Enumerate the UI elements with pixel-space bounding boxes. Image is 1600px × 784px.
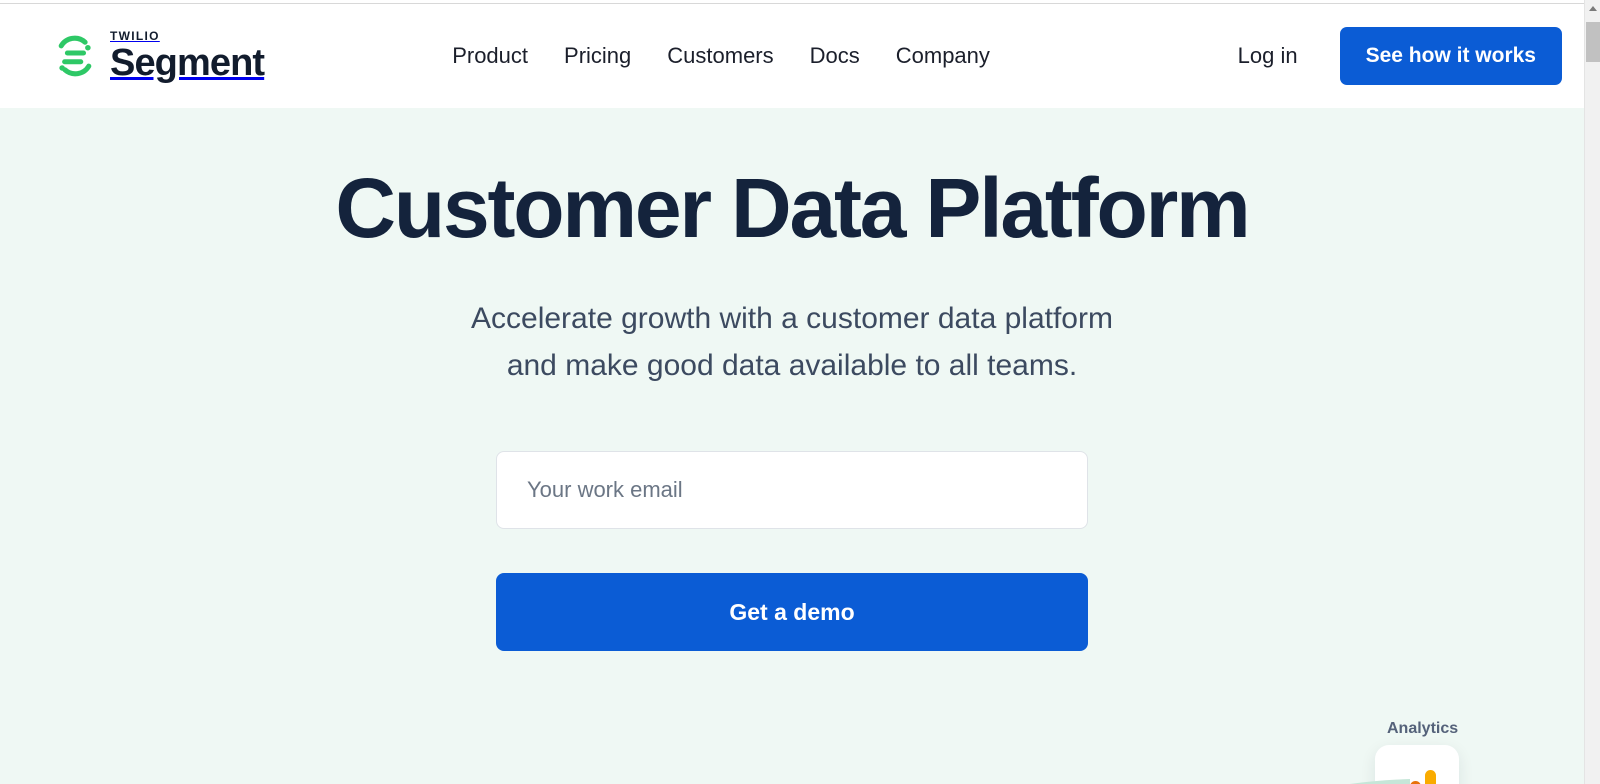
header-actions: Log in See how it works <box>1238 27 1562 85</box>
see-how-it-works-button[interactable]: See how it works <box>1339 27 1562 85</box>
nav-item-product[interactable]: Product <box>452 43 528 69</box>
segment-logo-link[interactable]: TWILIO Segment <box>52 29 265 84</box>
connector-path-right <box>1350 779 1410 784</box>
segment-wordmark: TWILIO Segment <box>110 29 265 84</box>
page-viewport: TWILIO Segment Product Pricing Customers… <box>0 4 1584 784</box>
browser-top-edge <box>0 0 1584 4</box>
hero-section: Cloud Apps Email Opened Added to Cart An… <box>0 108 1584 784</box>
main-navigation: Product Pricing Customers Docs Company <box>452 43 990 69</box>
nav-item-docs[interactable]: Docs <box>810 43 860 69</box>
get-a-demo-button[interactable]: Get a demo <box>496 573 1088 652</box>
nav-item-company[interactable]: Company <box>896 43 990 69</box>
hero-content: Customer Data Platform Accelerate growth… <box>0 108 1584 652</box>
triangle-up-icon <box>1589 6 1597 11</box>
hero-subtitle-line-2: and make good data available to all team… <box>506 348 1078 382</box>
nav-item-pricing[interactable]: Pricing <box>564 43 631 69</box>
login-link[interactable]: Log in <box>1238 43 1298 69</box>
work-email-input[interactable] <box>496 451 1088 530</box>
scrollbar-up-arrow[interactable] <box>1585 0 1600 17</box>
page-title: Customer Data Platform <box>335 161 1250 255</box>
hero-signup-form: Get a demo <box>0 451 1584 652</box>
site-header: TWILIO Segment Product Pricing Customers… <box>0 4 1584 108</box>
hero-subtitle: Accelerate growth with a customer data p… <box>0 296 1584 389</box>
twilio-text: TWILIO <box>110 29 160 43</box>
browser-scrollbar[interactable] <box>1584 0 1600 784</box>
segment-text: Segment <box>110 42 265 84</box>
hero-subtitle-line-1: Accelerate growth with a customer data p… <box>471 302 1113 336</box>
scrollbar-thumb[interactable] <box>1586 22 1600 62</box>
nav-item-customers[interactable]: Customers <box>667 43 773 69</box>
segment-logo-icon <box>58 35 92 77</box>
